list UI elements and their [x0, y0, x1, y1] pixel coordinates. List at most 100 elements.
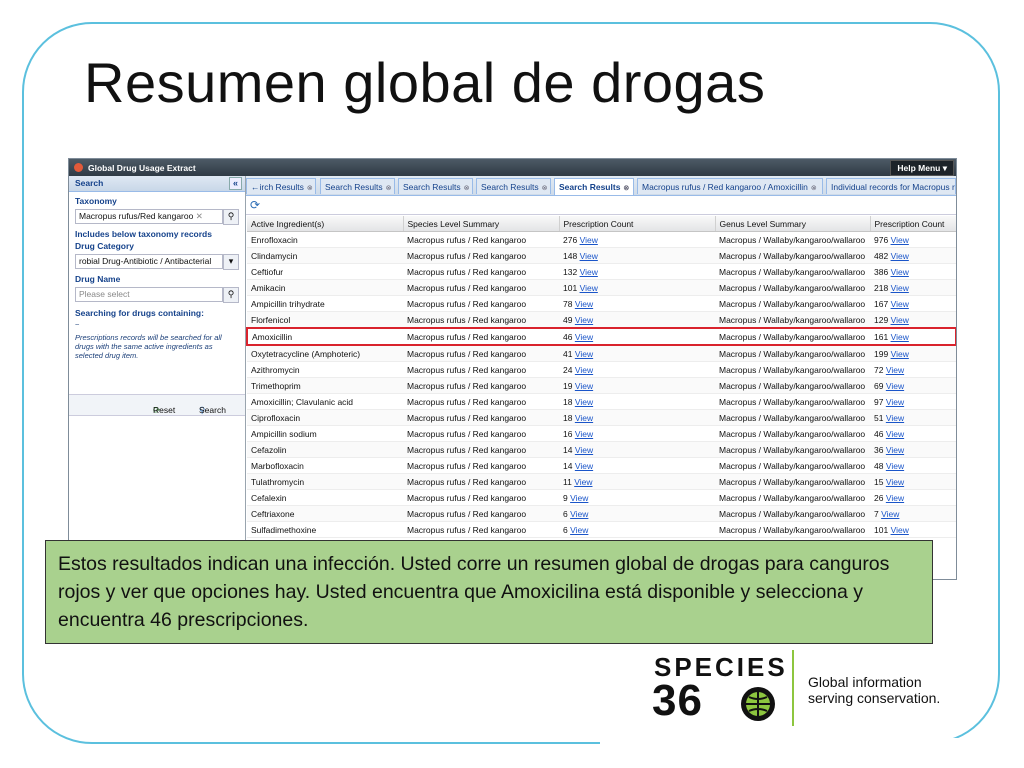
view-link[interactable]: View: [575, 299, 593, 309]
view-link[interactable]: View: [575, 413, 593, 423]
view-link[interactable]: View: [891, 267, 909, 277]
view-link[interactable]: View: [575, 349, 593, 359]
close-icon[interactable]: ⊗: [464, 185, 470, 192]
table-row[interactable]: Florfenicol Macropus rufus / Red kangaroo…: [247, 311, 956, 329]
include-below-label[interactable]: Includes below taxonomy records: [69, 223, 245, 239]
view-link[interactable]: View: [575, 397, 593, 407]
view-link[interactable]: View: [886, 397, 904, 407]
table-row[interactable]: Ampicillin trihydrate Macropus rufus / Re…: [247, 295, 956, 312]
table-row[interactable]: Ciprofloxacin Macropus rufus / Red kangar…: [247, 409, 956, 426]
tab-label: Search Results: [559, 182, 621, 192]
view-link[interactable]: View: [886, 477, 904, 487]
species-cell: Macropus rufus / Red kangaroo: [403, 295, 559, 312]
table-row[interactable]: Azithromycin Macropus rufus / Red kangaro…: [247, 361, 956, 378]
view-link[interactable]: View: [891, 299, 909, 309]
tab-amoxicillin[interactable]: Macropus rufus / Red kangaroo / Amoxicil…: [637, 178, 823, 194]
drug-name-field[interactable]: Please select ⚲: [75, 287, 239, 303]
view-link[interactable]: View: [891, 283, 909, 293]
column-header[interactable]: Prescription Count: [559, 216, 716, 232]
cell-text: Macropus rufus / Red kangaroo: [407, 508, 527, 519]
tab-search-results-active[interactable]: Search Results ⊗: [554, 178, 634, 195]
view-link[interactable]: View: [886, 429, 904, 439]
chevron-down-icon[interactable]: ▾: [223, 254, 239, 270]
view-link[interactable]: View: [891, 315, 909, 325]
table-row[interactable]: Sulfadimethoxine Macropus rufus / Red kan…: [247, 521, 956, 538]
table-row[interactable]: Enrofloxacin Macropus rufus / Red kangaro…: [247, 231, 956, 248]
view-link[interactable]: View: [570, 509, 588, 519]
view-link[interactable]: View: [580, 283, 598, 293]
view-link[interactable]: View: [881, 509, 899, 519]
view-link[interactable]: View: [886, 365, 904, 375]
refresh-icon[interactable]: ⟳: [250, 198, 260, 212]
taxonomy-input[interactable]: Macropus rufus/Red kangaroo ✕: [75, 209, 223, 224]
magnifier-icon[interactable]: ⚲: [223, 287, 239, 303]
table-row[interactable]: Trimethoprim Macropus rufus / Red kangaro…: [247, 377, 956, 394]
tab-individual-records[interactable]: Individual records for Macropus r: [826, 178, 956, 194]
magnifier-icon[interactable]: ⚲: [223, 209, 239, 225]
table-row[interactable]: Ampicillin sodium Macropus rufus / Red ka…: [247, 425, 956, 442]
view-link[interactable]: View: [575, 381, 593, 391]
table-row[interactable]: Amoxicillin Macropus rufus / Red kangaroo…: [246, 327, 956, 346]
view-link[interactable]: View: [575, 315, 593, 325]
view-link[interactable]: View: [575, 332, 593, 342]
view-link[interactable]: View: [886, 413, 904, 423]
cell-text: Macropus / Wallaby/kangaroo/wallaroo: [719, 476, 866, 487]
view-link[interactable]: View: [570, 525, 588, 535]
table-row[interactable]: Marbofloxacin Macropus rufus / Red kangar…: [247, 457, 956, 474]
table-row[interactable]: Amikacin Macropus rufus / Red kangaroo 101…: [247, 279, 956, 296]
view-link[interactable]: View: [575, 445, 593, 455]
logo-tagline: Global information serving conservation.: [808, 674, 940, 706]
genus-count-cell: 129 View: [870, 311, 956, 329]
table-row[interactable]: Cefalexin Macropus rufus / Red kangaroo 9 …: [247, 489, 956, 506]
view-link[interactable]: View: [580, 235, 598, 245]
view-link[interactable]: View: [575, 461, 593, 471]
tab-search-results-0[interactable]: ←irch Results ⊗: [246, 178, 316, 194]
table-row[interactable]: Ceftriaxone Macropus rufus / Red kangaroo…: [247, 505, 956, 522]
tab-search-results-1[interactable]: Search Results ⊗: [320, 178, 395, 194]
view-link[interactable]: View: [891, 525, 909, 535]
drug-category-select[interactable]: robial Drug-Antibiotic / Antibacterial ▾: [75, 254, 239, 270]
table-row[interactable]: Cefazolin Macropus rufus / Red kangaroo 14…: [247, 441, 956, 458]
species-cell: Macropus rufus / Red kangaroo: [403, 457, 559, 474]
column-header[interactable]: Active Ingredient(s): [247, 216, 404, 232]
taxonomy-field[interactable]: Macropus rufus/Red kangaroo ✕ ⚲: [75, 209, 239, 225]
view-link[interactable]: View: [886, 493, 904, 503]
table-row[interactable]: Ceftiofur Macropus rufus / Red kangaroo 13…: [247, 263, 956, 280]
view-link[interactable]: View: [886, 381, 904, 391]
close-icon[interactable]: ⊗: [386, 185, 392, 192]
cell-text: Marbofloxacin: [251, 460, 304, 471]
view-link[interactable]: View: [575, 429, 593, 439]
close-icon[interactable]: ⊗: [307, 185, 313, 192]
view-link[interactable]: View: [891, 251, 909, 261]
tab-search-results-2[interactable]: Search Results ⊗: [398, 178, 473, 194]
view-link[interactable]: View: [891, 349, 909, 359]
column-header[interactable]: Species Level Summary: [403, 216, 560, 232]
close-icon[interactable]: ⊗: [542, 185, 548, 192]
column-header[interactable]: Prescription Count: [870, 216, 956, 232]
view-link[interactable]: View: [891, 332, 909, 342]
close-icon[interactable]: ⊗: [811, 185, 817, 192]
view-link[interactable]: View: [886, 445, 904, 455]
drug-name-input[interactable]: Please select: [75, 287, 223, 302]
close-icon[interactable]: ⊗: [623, 185, 629, 192]
prescription-count-cell: 6 View: [559, 505, 715, 522]
clear-icon[interactable]: ✕: [196, 211, 203, 221]
view-link[interactable]: View: [580, 267, 598, 277]
cell-text: Macropus / Wallaby/kangaroo/wallaroo: [719, 444, 866, 455]
view-link[interactable]: View: [580, 251, 598, 261]
table-row[interactable]: Clindamycin Macropus rufus / Red kangaroo…: [247, 247, 956, 264]
tab-search-results-3[interactable]: Search Results ⊗: [476, 178, 551, 194]
collapse-icon[interactable]: «: [229, 177, 242, 190]
view-link[interactable]: View: [570, 493, 588, 503]
prescription-count-cell: 148 View: [559, 247, 715, 264]
help-menu-button[interactable]: Help Menu ▾: [890, 160, 954, 176]
table-row[interactable]: Oxytetracycline (Amphoteric) Macropus ruf…: [247, 345, 956, 362]
view-link[interactable]: View: [575, 365, 593, 375]
column-header[interactable]: Genus Level Summary: [715, 216, 871, 232]
table-row[interactable]: Tulathromycin Macropus rufus / Red kangar…: [247, 473, 956, 490]
table-row[interactable]: Amoxicillin; Clavulanic acid Macropus ruf…: [247, 393, 956, 410]
drug-category-value[interactable]: robial Drug-Antibiotic / Antibacterial: [75, 254, 223, 269]
view-link[interactable]: View: [574, 477, 592, 487]
view-link[interactable]: View: [886, 461, 904, 471]
view-link[interactable]: View: [891, 235, 909, 245]
